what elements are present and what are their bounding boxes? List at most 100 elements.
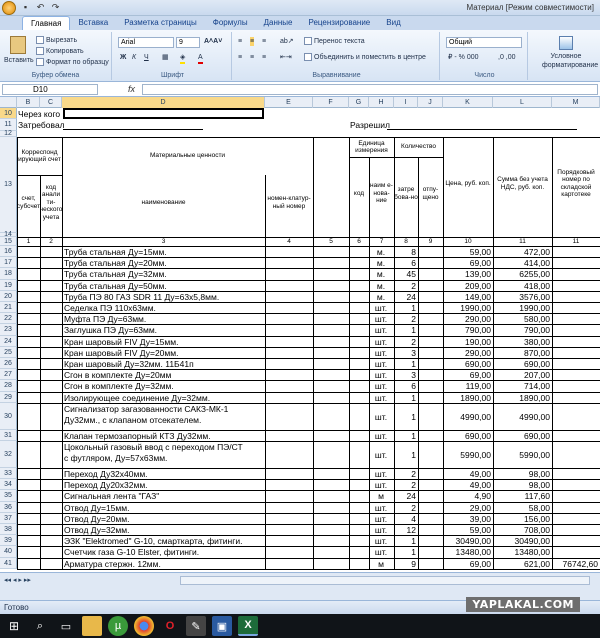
table-row[interactable]: Муфта ПЭ Ду=63мм. шт. 2 290,00 580,00 bbox=[17, 313, 600, 324]
column-header-g[interactable]: G bbox=[349, 97, 369, 108]
tab-3[interactable]: Формулы bbox=[205, 16, 256, 30]
table-row[interactable]: Сгон в комплекте Ду=32мм. шт. 6 119,00 714,0… bbox=[17, 380, 600, 391]
row-header-36[interactable]: 36 bbox=[0, 501, 17, 513]
row-header-40[interactable]: 40 bbox=[0, 546, 17, 558]
table-row[interactable]: Сигнализатор загазованности САКЗ-МК-1 Ду3… bbox=[17, 403, 600, 430]
tab-4[interactable]: Данные bbox=[256, 16, 301, 30]
chrome-icon[interactable] bbox=[134, 616, 154, 636]
column-header-f[interactable]: F bbox=[313, 97, 349, 108]
row-header-10[interactable]: 10 bbox=[0, 108, 17, 119]
cut-button[interactable]: Вырезать bbox=[36, 36, 77, 45]
wrap-text-button[interactable]: Перенос текста bbox=[304, 37, 365, 46]
table-row[interactable]: Труба стальная Ду=32мм. м. 45 139,00 6255,00 bbox=[17, 268, 600, 279]
align-center-icon[interactable]: ≡ bbox=[250, 53, 254, 62]
table-row[interactable]: Седелка ПЭ 110х63мм. шт. 1 1990,00 1990,00 bbox=[17, 302, 600, 313]
underline-button[interactable]: Ч bbox=[144, 53, 149, 62]
font-size-combo[interactable]: 9 bbox=[176, 37, 200, 48]
row-header-37[interactable]: 37 bbox=[0, 512, 17, 524]
table-row[interactable]: Труба стальная Ду=20мм. м. 6 69,00 414,00 bbox=[17, 257, 600, 268]
italic-button[interactable]: К bbox=[132, 53, 136, 62]
orientation-icon[interactable]: ab↗ bbox=[280, 37, 294, 46]
row-header-24[interactable]: 24 bbox=[0, 335, 17, 347]
row-header-32[interactable]: 32 bbox=[0, 441, 17, 468]
row-header-26[interactable]: 26 bbox=[0, 358, 17, 370]
row-header-29[interactable]: 29 bbox=[0, 391, 17, 403]
number-format-combo[interactable]: Общий bbox=[446, 37, 522, 48]
table-row[interactable]: Отвод Ду=32мм. шт. 12 59,00 708,00 bbox=[17, 524, 600, 535]
column-header-i[interactable]: I bbox=[394, 97, 418, 108]
row-header-22[interactable]: 22 bbox=[0, 313, 17, 325]
row-header-13[interactable]: 13 bbox=[0, 137, 17, 233]
sheet-nav-arrows[interactable]: ◂◂ ◂ ▸ ▸▸ bbox=[4, 576, 31, 584]
table-row[interactable]: Отвод Ду=15мм. шт. 2 29,00 58,00 bbox=[17, 502, 600, 513]
tab-0[interactable]: Главная bbox=[22, 16, 71, 30]
tab-1[interactable]: Вставка bbox=[70, 16, 116, 30]
row-header-35[interactable]: 35 bbox=[0, 490, 17, 502]
horizontal-scrollbar[interactable] bbox=[180, 576, 590, 585]
align-left-icon[interactable]: ≡ bbox=[238, 53, 242, 62]
fx-icon[interactable]: fx bbox=[128, 84, 135, 94]
save-icon[interactable]: ▪ bbox=[20, 2, 31, 13]
tab-2[interactable]: Разметка страницы bbox=[116, 16, 205, 30]
merge-center-button[interactable]: Объединить и поместить в центре bbox=[304, 53, 426, 62]
table-row[interactable]: Сигнальная лента "ГАЗ" м 24 4,90 117,60 bbox=[17, 490, 600, 501]
table-row[interactable]: Цокольный газовый ввод с переходом ПЭ/СТ… bbox=[17, 441, 600, 468]
name-box[interactable]: D10 bbox=[2, 84, 98, 95]
table-row[interactable]: Заглушка ПЭ Ду=63мм. шт. 1 790,00 790,00 bbox=[17, 324, 600, 335]
table-row[interactable]: Клапан термозапорный КТЗ Ду32мм. шт. 1 690,… bbox=[17, 430, 600, 441]
column-header-l[interactable]: L bbox=[493, 97, 552, 108]
row-header-34[interactable]: 34 bbox=[0, 479, 17, 491]
row-header-41[interactable]: 41 bbox=[0, 557, 17, 569]
paste-button[interactable]: Вставить bbox=[4, 36, 34, 65]
formula-input[interactable] bbox=[142, 84, 598, 95]
currency-icon[interactable]: ₽ - % 000 bbox=[448, 53, 479, 62]
row-header-15[interactable]: 15 bbox=[0, 237, 17, 246]
row-header-31[interactable]: 31 bbox=[0, 429, 17, 441]
column-header-b[interactable]: B bbox=[17, 97, 40, 108]
table-row[interactable]: Кран шаровый FIV Ду=20мм. шт. 3 290,00 870,0… bbox=[17, 347, 600, 358]
row-header-17[interactable]: 17 bbox=[0, 257, 17, 269]
table-row[interactable]: Арматура стержн. 12мм. м 9 69,00 621,00 76742… bbox=[17, 558, 600, 569]
align-bottom-icon[interactable]: ≡ bbox=[262, 37, 266, 46]
table-row[interactable]: Изолирующее соединение Ду=32мм. шт. 1 1890,… bbox=[17, 392, 600, 403]
column-header-c[interactable]: C bbox=[40, 97, 62, 108]
font-color-icon[interactable]: A bbox=[198, 53, 203, 64]
row-header-39[interactable]: 39 bbox=[0, 535, 17, 547]
table-row[interactable]: Труба ПЭ 80 ГАЗ SDR 11 Ду=63х5,8мм. м. 24 1… bbox=[17, 291, 600, 302]
redo-icon[interactable]: ↷ bbox=[50, 2, 61, 13]
row-header-38[interactable]: 38 bbox=[0, 524, 17, 536]
monitor-icon[interactable]: ▣ bbox=[212, 616, 232, 636]
row-header-25[interactable]: 25 bbox=[0, 346, 17, 358]
row-header-28[interactable]: 28 bbox=[0, 380, 17, 392]
grow-font-button[interactable]: A˄A˅ bbox=[204, 37, 222, 46]
column-header-k[interactable]: K bbox=[443, 97, 493, 108]
row-header-19[interactable]: 19 bbox=[0, 279, 17, 291]
column-header-h[interactable]: H bbox=[369, 97, 394, 108]
row-header-20[interactable]: 20 bbox=[0, 290, 17, 302]
column-header-j[interactable]: J bbox=[418, 97, 443, 108]
table-row[interactable]: Труба стальная Ду=15мм. м. 8 59,00 472,00 bbox=[17, 246, 600, 257]
table-row[interactable]: Отвод Ду=20мм. шт. 4 39,00 156,00 bbox=[17, 513, 600, 524]
column-header-e[interactable]: E bbox=[265, 97, 313, 108]
column-header-d[interactable]: D bbox=[62, 97, 265, 108]
excel-icon[interactable]: X bbox=[238, 616, 258, 636]
tab-5[interactable]: Рецензирование bbox=[300, 16, 378, 30]
row-header-21[interactable]: 21 bbox=[0, 302, 17, 314]
copy-button[interactable]: Копировать bbox=[36, 47, 84, 56]
row-header-23[interactable]: 23 bbox=[0, 324, 17, 336]
row-header-33[interactable]: 33 bbox=[0, 468, 17, 480]
task-view-icon[interactable]: ▭ bbox=[56, 616, 76, 636]
align-middle-icon[interactable]: ≡ bbox=[250, 37, 255, 46]
bold-button[interactable]: Ж bbox=[120, 53, 126, 62]
search-icon[interactable]: ⌕ bbox=[30, 616, 50, 636]
align-top-icon[interactable]: ≡ bbox=[238, 37, 242, 46]
table-row[interactable]: Переход Ду32х40мм. шт. 2 49,00 98,00 bbox=[17, 468, 600, 479]
table-row[interactable]: Кран шаровый Ду=32мм. 11Б41п шт. 1 690,00 69… bbox=[17, 358, 600, 369]
table-row[interactable]: Переход Ду20х32мм. шт. 2 49,00 98,00 bbox=[17, 479, 600, 490]
table-row[interactable]: Сгон в комплекте Ду=20мм шт. 3 69,00 207,00 bbox=[17, 369, 600, 380]
torrent-icon[interactable]: µ bbox=[108, 616, 128, 636]
row-header-30[interactable]: 30 bbox=[0, 402, 17, 430]
file-explorer-icon[interactable] bbox=[82, 616, 102, 636]
select-all-corner[interactable] bbox=[0, 97, 17, 108]
table-row[interactable]: Кран шаровый FIV Ду=15мм. шт. 2 190,00 380,0… bbox=[17, 336, 600, 347]
